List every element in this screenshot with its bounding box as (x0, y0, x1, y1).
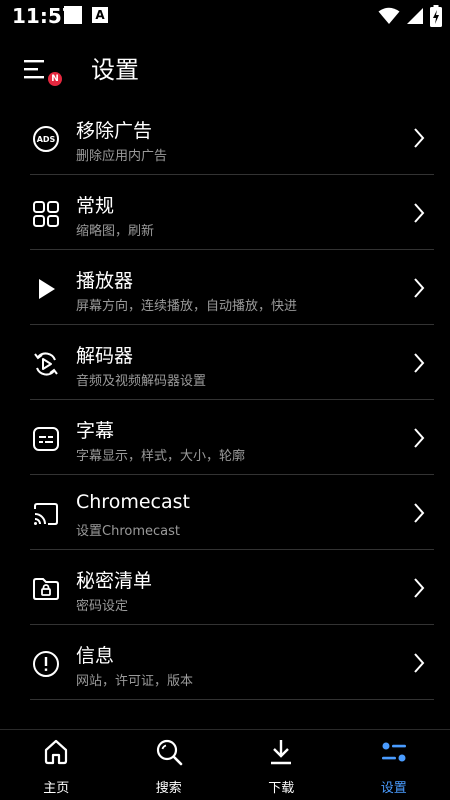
signal-icon (407, 8, 423, 24)
settings-item-title: 解码器 (76, 345, 134, 367)
settings-item-title: 字幕 (76, 420, 115, 442)
settings-item-info[interactable]: 信息 网站，许可证，版本 (0, 625, 450, 700)
settings-sliders-icon (381, 742, 406, 762)
settings-item-subtitle: 字幕显示，样式，大小，轮廓 (76, 449, 246, 464)
settings-item-subtitle: 网站，许可证，版本 (76, 674, 194, 689)
nav-search[interactable]: 搜索 (113, 730, 226, 800)
ads-icon: ADS (33, 126, 59, 152)
screen: 11:57 A N 设置 ADS 移除广告 删除应用内广告 常规 缩略图，刷新 … (0, 0, 450, 800)
info-icon (33, 651, 59, 677)
settings-item-subtitle: 密码设定 (76, 599, 129, 614)
settings-item-remove-ads[interactable]: ADS 移除广告 删除应用内广告 (0, 100, 450, 175)
nav-label: 主页 (43, 781, 70, 796)
chevron-right-icon (414, 503, 425, 523)
status-indicators (378, 4, 442, 28)
search-icon (156, 739, 183, 766)
chevron-right-icon (414, 653, 425, 673)
cast-icon (34, 503, 58, 525)
chevron-right-icon (414, 203, 425, 223)
settings-item-private-list[interactable]: 秘密清单 密码设定 (0, 550, 450, 625)
home-icon (45, 739, 68, 765)
chevron-right-icon (414, 278, 425, 298)
private-folder-icon (33, 578, 59, 600)
settings-list: ADS 移除广告 删除应用内广告 常规 缩略图，刷新 播放器 屏幕方向，连续播放… (0, 100, 450, 700)
chevron-right-icon (414, 428, 425, 448)
download-icon (271, 740, 292, 765)
settings-item-title: 移除广告 (76, 120, 153, 142)
settings-item-decoder[interactable]: 解码器 音频及视频解码器设置 (0, 325, 450, 400)
settings-item-title: 秘密清单 (76, 570, 153, 592)
settings-item-chromecast[interactable]: Chromecast 设置Chromecast (0, 475, 450, 550)
notification-a-icon: A (92, 7, 108, 23)
settings-item-subtitle: 屏幕方向，连续播放，自动播放，快进 (76, 299, 298, 314)
nav-label: 设置 (380, 781, 407, 796)
settings-item-title: 播放器 (76, 270, 134, 292)
settings-item-subtitles[interactable]: 字幕 字幕显示，样式，大小，轮廓 (0, 400, 450, 475)
chevron-right-icon (414, 128, 425, 148)
divider (30, 699, 434, 700)
settings-item-title: Chromecast (76, 491, 190, 513)
nav-label: 下载 (268, 781, 295, 796)
settings-item-subtitle: 删除应用内广告 (76, 149, 168, 164)
bottom-nav: 主页 搜索 下载 设置 (0, 729, 450, 800)
decoder-icon (34, 352, 58, 376)
battery-charging-icon (430, 5, 442, 27)
subtitle-icon (33, 427, 59, 451)
settings-item-subtitle: 音频及视频解码器设置 (76, 374, 207, 389)
chevron-right-icon (414, 578, 425, 598)
status-bar: 11:57 A (0, 0, 450, 32)
app-header: N 设置 (0, 32, 450, 104)
menu-badge: N (48, 72, 62, 86)
grid-icon (33, 201, 59, 227)
wifi-icon (378, 7, 400, 24)
settings-item-player[interactable]: 播放器 屏幕方向，连续播放，自动播放，快进 (0, 250, 450, 325)
settings-item-general[interactable]: 常规 缩略图，刷新 (0, 175, 450, 250)
chevron-right-icon (414, 353, 425, 373)
notification-square-icon (64, 6, 82, 24)
settings-item-title: 信息 (76, 645, 115, 667)
nav-download[interactable]: 下载 (225, 730, 338, 800)
svg-text:ADS: ADS (37, 135, 56, 144)
nav-home[interactable]: 主页 (0, 730, 113, 800)
play-icon (39, 279, 55, 299)
settings-item-subtitle: 缩略图，刷新 (76, 224, 155, 239)
nav-settings[interactable]: 设置 (338, 730, 450, 800)
settings-item-subtitle: 设置Chromecast (76, 524, 180, 539)
settings-item-title: 常规 (76, 195, 115, 217)
page-title: 设置 (91, 56, 139, 84)
nav-label: 搜索 (155, 781, 182, 796)
